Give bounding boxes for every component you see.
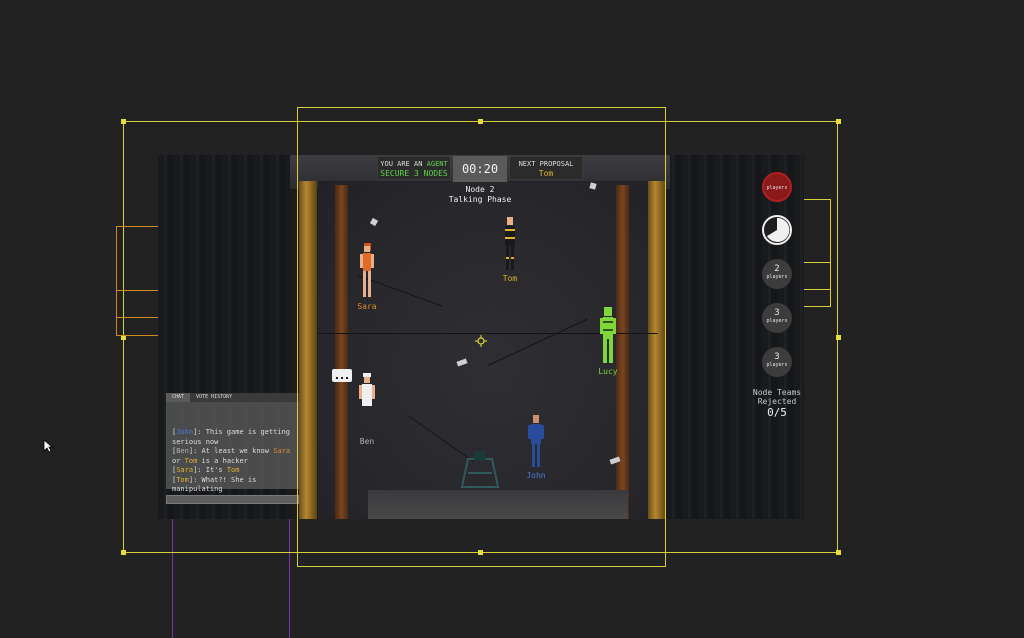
resize-handle[interactable] (836, 119, 841, 124)
resize-handle[interactable] (121, 550, 126, 555)
resize-handle[interactable] (121, 119, 126, 124)
editor-anchor-lines (804, 262, 831, 290)
resize-handle[interactable] (836, 550, 841, 555)
editor-selection-box (297, 107, 666, 567)
resize-handle[interactable] (836, 335, 841, 340)
editor-anchor-lines (116, 290, 158, 318)
editor-anchor-lines (116, 226, 158, 336)
resize-handle[interactable] (478, 550, 483, 555)
resize-handle[interactable] (478, 119, 483, 124)
mouse-cursor-icon (43, 438, 54, 453)
editor-anchor-lines (804, 199, 831, 307)
